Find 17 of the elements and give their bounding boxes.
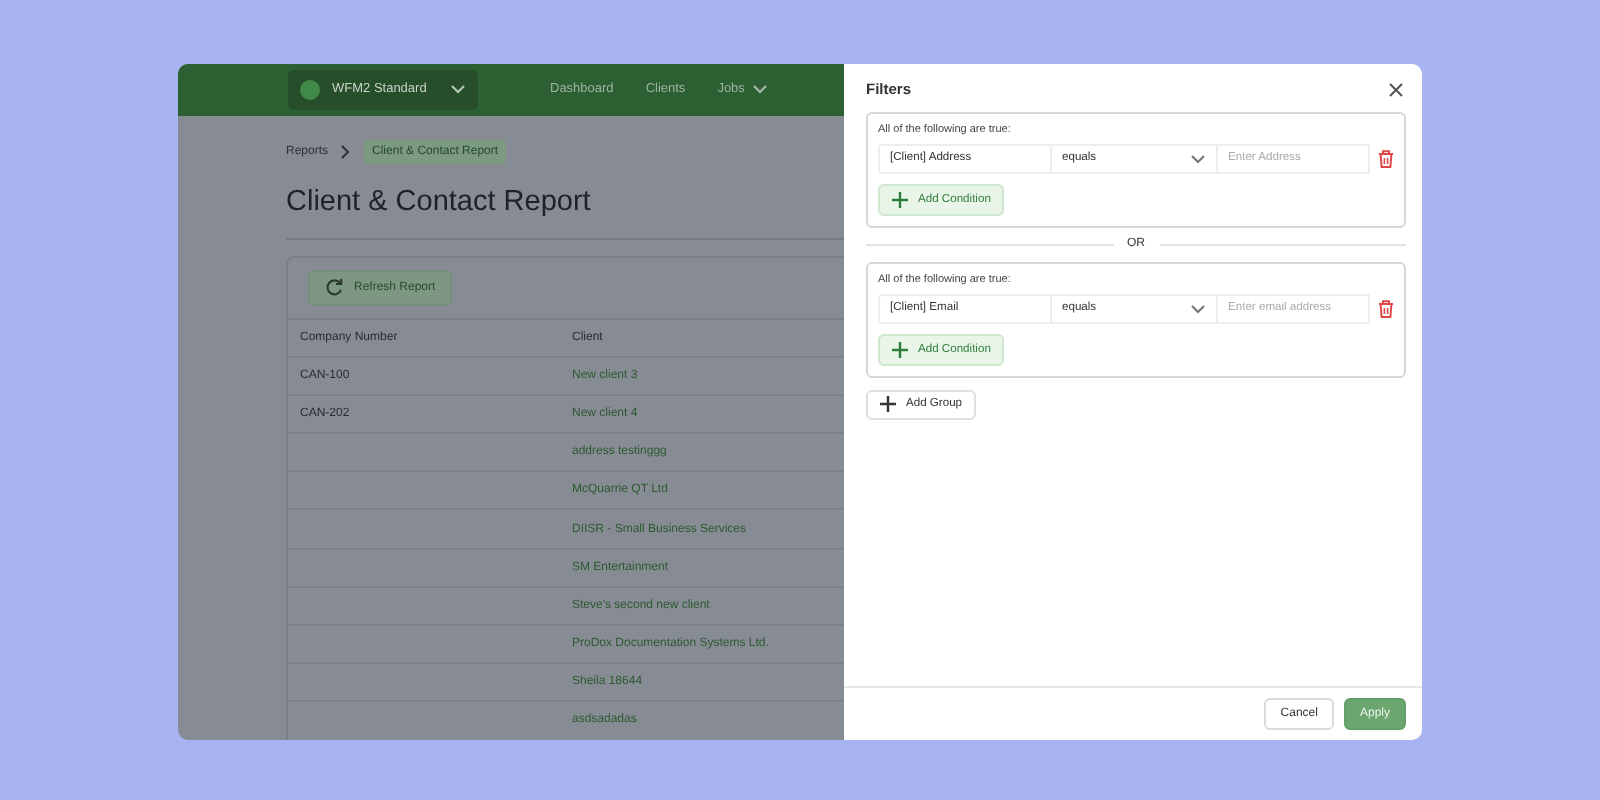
close-button[interactable] bbox=[1388, 81, 1404, 97]
chevron-down-icon bbox=[1190, 151, 1206, 165]
delete-button[interactable] bbox=[1378, 299, 1394, 317]
trash-icon bbox=[1378, 299, 1394, 317]
plus-icon bbox=[892, 191, 908, 207]
close-icon bbox=[1388, 81, 1404, 97]
trash-icon bbox=[1378, 149, 1394, 167]
plus-icon bbox=[892, 341, 908, 357]
chevron-down-icon bbox=[752, 82, 769, 96]
chevron-right-icon bbox=[340, 143, 353, 159]
page-title: Client & Contact Report bbox=[286, 185, 593, 217]
logo-icon bbox=[300, 79, 320, 99]
refresh-icon bbox=[324, 277, 344, 297]
delete-button[interactable] bbox=[1378, 149, 1394, 167]
plus-icon bbox=[880, 396, 896, 412]
chevron-down-icon bbox=[450, 82, 466, 96]
chevron-down-icon bbox=[1190, 301, 1206, 315]
